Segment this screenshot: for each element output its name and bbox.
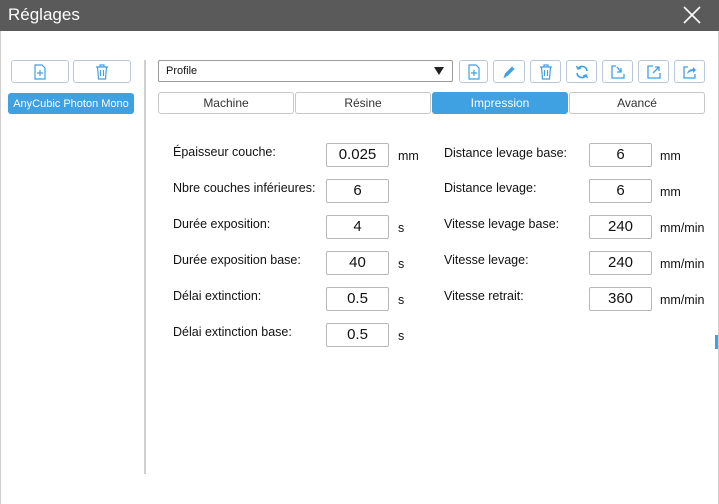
trash-icon — [539, 63, 553, 80]
bottom-light-off-delay-unit: s — [398, 329, 405, 343]
layer-thickness-field[interactable]: 0.025 — [326, 143, 389, 167]
title-bar: Réglages — [0, 0, 719, 31]
export-button[interactable] — [638, 60, 669, 83]
lift-speed-label: Vitesse levage: — [444, 253, 529, 267]
bottom-light-off-delay-field[interactable]: 0.5 — [326, 323, 389, 347]
refresh-button[interactable] — [566, 60, 597, 83]
bottom-lift-speed-label: Vitesse levage base: — [444, 217, 560, 231]
layer-thickness-unit: mm — [398, 149, 419, 163]
tab-label: Machine — [203, 96, 249, 110]
add-file-icon — [467, 63, 481, 80]
bottom-exposure-field[interactable]: 40 — [326, 251, 389, 275]
import-button[interactable] — [602, 60, 633, 83]
bottom-lift-distance-field[interactable]: 6 — [589, 143, 652, 167]
lift-speed-unit: mm/min — [660, 257, 705, 271]
light-off-delay-label: Délai extinction: — [173, 289, 262, 303]
light-off-delay-unit: s — [398, 293, 405, 307]
profile-label: AnyCubic Photon Mono — [13, 97, 129, 110]
edit-profile-button[interactable] — [493, 60, 525, 83]
panel-divider — [144, 60, 146, 474]
tab-machine[interactable]: Machine — [158, 92, 294, 114]
tab-label: Résine — [344, 96, 382, 110]
exposure-time-label: Durée exposition: — [173, 217, 271, 231]
share-icon — [682, 64, 698, 80]
bottom-exposure-unit: s — [398, 257, 405, 271]
refresh-icon — [574, 64, 590, 80]
resize-grip[interactable] — [715, 335, 718, 349]
delete-button[interactable] — [530, 60, 561, 83]
lift-distance-field[interactable]: 6 — [589, 179, 652, 203]
lift-distance-unit: mm — [660, 185, 681, 199]
chevron-down-icon — [434, 67, 444, 75]
add-file-icon — [33, 63, 47, 80]
import-icon — [610, 64, 626, 80]
lift-distance-label: Distance levage: — [444, 181, 537, 195]
bottom-lift-speed-unit: mm/min — [660, 221, 705, 235]
bottom-lift-distance-label: Distance levage base: — [444, 146, 567, 160]
add-profile-button[interactable] — [11, 60, 69, 83]
tab-label: Avancé — [617, 96, 657, 110]
tab-label: Impression — [470, 96, 530, 110]
bottom-exposure-label: Durée exposition base: — [173, 253, 301, 267]
bottom-layers-label: Nbre couches inférieures: — [173, 181, 316, 195]
new-profile-button[interactable] — [459, 60, 488, 83]
window-title: Réglages — [8, 5, 80, 24]
retract-speed-label: Vitesse retrait: — [444, 289, 524, 303]
profile-select[interactable]: Profile — [158, 60, 453, 82]
edit-pencil-icon — [501, 64, 517, 80]
layer-thickness-label: Épaisseur couche: — [173, 145, 276, 159]
tab-avance[interactable]: Avancé — [569, 92, 705, 114]
lift-speed-field[interactable]: 240 — [589, 251, 652, 275]
bottom-layers-field[interactable]: 6 — [326, 179, 389, 203]
bottom-lift-speed-field[interactable]: 240 — [589, 215, 652, 239]
exposure-time-unit: s — [398, 221, 405, 235]
settings-window: AnyCubic Photon Mono Profile Machine Rés… — [0, 31, 719, 504]
tab-resine[interactable]: Résine — [295, 92, 431, 114]
bottom-lift-distance-unit: mm — [660, 149, 681, 163]
trash-icon — [95, 63, 109, 80]
tab-impression[interactable]: Impression — [432, 92, 568, 114]
share-button[interactable] — [674, 60, 705, 83]
retract-speed-unit: mm/min — [660, 293, 705, 307]
light-off-delay-field[interactable]: 0.5 — [326, 287, 389, 311]
bottom-light-off-delay-label: Délai extinction base: — [173, 325, 292, 339]
close-icon[interactable] — [681, 4, 703, 26]
delete-profile-button[interactable] — [73, 60, 131, 83]
exposure-time-field[interactable]: 4 — [326, 215, 389, 239]
retract-speed-field[interactable]: 360 — [589, 287, 652, 311]
profile-select-value: Profile — [166, 65, 198, 77]
export-icon — [646, 64, 662, 80]
profile-item-anycubic-photon-mono[interactable]: AnyCubic Photon Mono — [8, 93, 134, 114]
